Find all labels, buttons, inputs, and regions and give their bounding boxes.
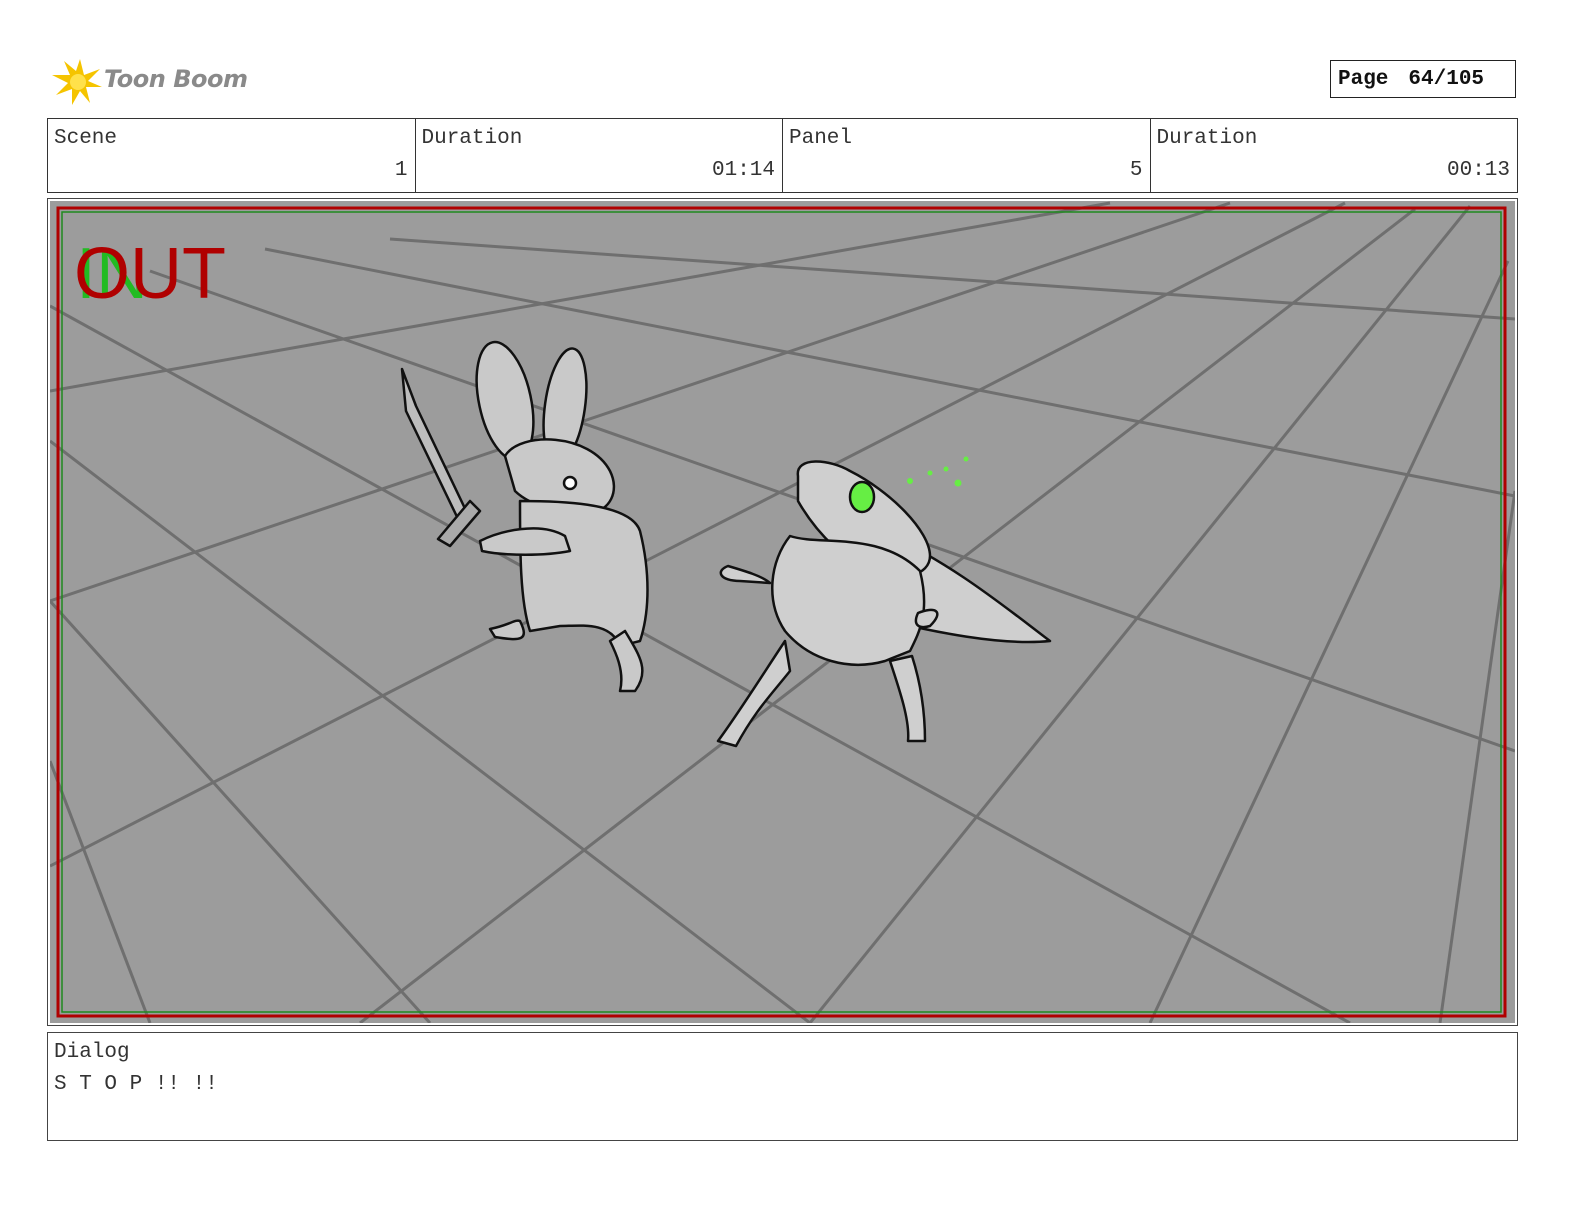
starburst-icon (52, 59, 102, 105)
panel-duration-value: 00:13 (1446, 159, 1510, 182)
panel-cell: Panel 5 (783, 119, 1151, 192)
page-number: 64/105 (1408, 67, 1485, 91)
dialog-box: Dialog S T O P !! !! (47, 1032, 1518, 1141)
scene-value: 1 (394, 159, 408, 182)
toon-boom-logo: Toon Boom (50, 55, 250, 107)
scene-duration-cell: Duration 01:14 (416, 119, 783, 192)
info-header-row: Scene 1 Duration 01:14 Panel 5 Duration … (47, 118, 1518, 193)
scene-label: Scene (54, 127, 118, 150)
dialog-label: Dialog (54, 1041, 130, 1064)
brand-name: Toon Boom (104, 65, 248, 93)
page-label: Page (1338, 67, 1389, 91)
panel-label: Panel (789, 127, 853, 150)
panel-artwork: IN OUT (50, 201, 1515, 1023)
scene-duration-value: 01:14 (711, 159, 775, 182)
panel-duration-cell: Duration 00:13 (1151, 119, 1518, 192)
dialog-text: S T O P !! !! (54, 1073, 218, 1096)
scene-cell: Scene 1 (48, 119, 416, 192)
panel-duration-label: Duration (1156, 127, 1258, 150)
out-marker: OUT (74, 234, 226, 314)
page-indicator: Page 64/105 (1330, 60, 1516, 98)
storyboard-panel: IN OUT (47, 198, 1518, 1026)
scene-duration-label: Duration (421, 127, 523, 150)
panel-value: 5 (1129, 159, 1143, 182)
glowing-eye (848, 480, 876, 514)
